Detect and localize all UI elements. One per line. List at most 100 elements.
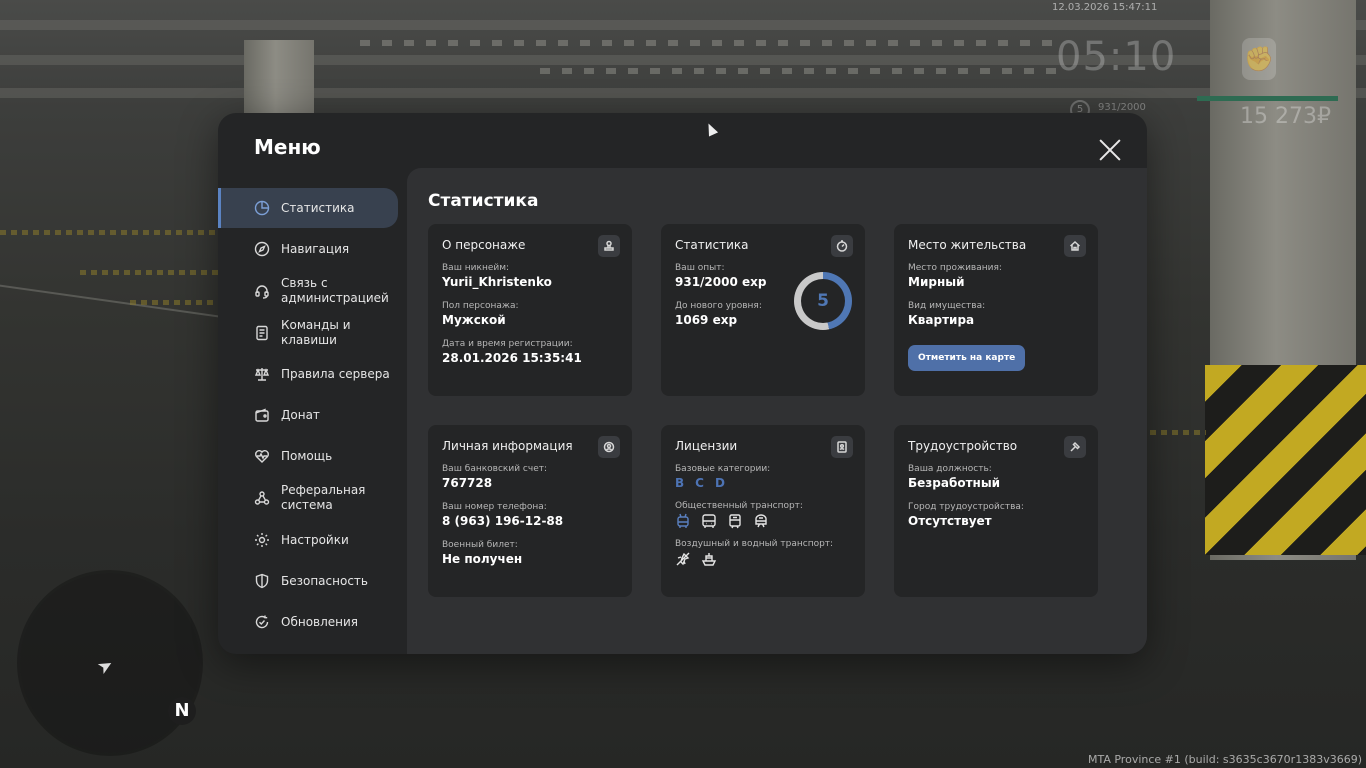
field-label: Ваш номер телефона:: [442, 502, 547, 512]
military-id-value: Не получен: [442, 552, 523, 566]
user-circle-icon: [598, 436, 620, 458]
license-category-b: B: [675, 476, 685, 490]
sidebar-item-statistics[interactable]: Статистика: [218, 188, 398, 228]
sidebar-item-label: Донат: [281, 407, 320, 422]
concrete-pillar: [244, 40, 314, 120]
personal-info-card: Личная информация Ваш банковский счет: 7…: [428, 425, 632, 597]
pie-chart-icon: [253, 199, 271, 217]
field-label: Базовые категории:: [675, 464, 771, 474]
card-title: О персонаже: [442, 238, 526, 252]
sidebar: Статистика Навигация Связь с администрац…: [218, 188, 407, 643]
license-category-d: D: [714, 476, 725, 490]
sidebar-item-label: Статистика: [281, 200, 355, 215]
card-title: Статистика: [675, 238, 749, 252]
phone-value: 8 (963) 196-12-88: [442, 514, 564, 528]
field-label: Вид имущества:: [908, 301, 986, 311]
sidebar-item-settings[interactable]: Настройки: [218, 520, 407, 560]
hud-datetime: 12.03.2026 15:47:11: [1052, 2, 1158, 13]
tram-icon: [727, 513, 743, 529]
id-card-icon: [831, 436, 853, 458]
hud-exp: 931/2000: [1098, 102, 1146, 113]
menu-title: Меню: [254, 135, 321, 159]
card-title: Личная информация: [442, 439, 573, 453]
hammer-icon: [1064, 436, 1086, 458]
close-button[interactable]: [1097, 137, 1123, 163]
home-icon: [1064, 235, 1086, 257]
card-title: Лицензии: [675, 439, 738, 453]
nickname-value: Yurii_Khristenko: [442, 275, 552, 289]
content-panel: Статистика О персонаже Ваш никнейм: Yuri…: [407, 168, 1147, 654]
sidebar-item-donate[interactable]: Донат: [218, 395, 407, 435]
ceiling-beam: [0, 88, 1366, 98]
trolleybus-icon: [675, 513, 691, 529]
mark-on-map-button[interactable]: Отметить на карте: [908, 345, 1026, 371]
license-category-c: C: [695, 476, 704, 490]
sidebar-item-label: Помощь: [281, 448, 333, 463]
train-icon: [753, 513, 769, 529]
scales-icon: [253, 365, 271, 383]
compass-icon: [253, 240, 271, 258]
employment-card: Трудоустройство Ваша должность: Безработ…: [894, 425, 1098, 597]
sidebar-item-referral[interactable]: Реферальная система: [218, 477, 407, 519]
sidebar-item-updates[interactable]: Обновления: [218, 602, 407, 642]
hazard-stripes: [1205, 365, 1366, 555]
card-title: Трудоустройство: [908, 439, 1018, 453]
ceiling-light: [360, 40, 1060, 46]
floor-marking: [130, 300, 218, 305]
field-label: Место проживания:: [908, 263, 1002, 273]
position-value: Безработный: [908, 476, 1001, 490]
level-progress-ring: 5: [794, 272, 852, 330]
field-label: Ваш банковский счет:: [442, 464, 548, 474]
boat-icon: [701, 551, 717, 567]
residence-value: Мирный: [908, 275, 965, 289]
hud-clock: 05:10: [1056, 34, 1177, 80]
sidebar-item-security[interactable]: Безопасность: [218, 561, 407, 601]
gender-value: Мужской: [442, 313, 506, 327]
ceiling-light: [540, 68, 1060, 74]
field-label: Общественный транспорт:: [675, 501, 803, 511]
menu-window: Меню Статистика Навигация Связь с админи…: [218, 113, 1147, 654]
field-label: Воздушный и водный транспорт:: [675, 539, 834, 549]
floor-marking: [1150, 430, 1206, 435]
sidebar-item-help[interactable]: Помощь: [218, 436, 407, 476]
fist-icon: ✊: [1242, 38, 1276, 80]
field-label: Дата и время регистрации:: [442, 339, 573, 349]
sidebar-item-label: Обновления: [281, 614, 359, 629]
airplane-icon: [675, 551, 691, 567]
sidebar-item-commands[interactable]: Команды и клавиши: [218, 313, 407, 353]
gear-icon: [253, 531, 271, 549]
employment-city-value: Отсутствует: [908, 514, 992, 528]
sidebar-item-rules[interactable]: Правила сервера: [218, 354, 407, 394]
property-value: Квартира: [908, 313, 975, 327]
level-value: 5: [801, 279, 845, 323]
wallet-icon: [253, 406, 271, 424]
licenses-card: Лицензии Базовые категории: B C D Общест…: [661, 425, 865, 597]
headset-icon: [253, 282, 271, 300]
bus-icon: [701, 513, 717, 529]
hud-money: 15 273₽: [1240, 104, 1331, 129]
public-transport-icons: [675, 513, 851, 529]
field-label: Ваш никнейм:: [442, 263, 510, 273]
sidebar-item-navigation[interactable]: Навигация: [218, 229, 407, 269]
character-card: О персонаже Ваш никнейм: Yurii_Khristenk…: [428, 224, 632, 396]
build-info: MTA Province #1 (build: s3635c3670r1383v…: [1087, 753, 1362, 766]
sidebar-item-label: Связь с администрацией: [281, 276, 389, 305]
hud-health-bar: [1197, 96, 1338, 101]
sidebar-item-label: Команды и клавиши: [281, 318, 351, 347]
field-label: Военный билет:: [442, 540, 518, 550]
sidebar-item-label: Навигация: [281, 241, 350, 256]
sidebar-item-admin-contact[interactable]: Связь с администрацией: [218, 270, 407, 312]
refresh-check-icon: [253, 613, 271, 631]
stats-card: Статистика Ваш опыт: 931/2000 exp До нов…: [661, 224, 865, 396]
sidebar-item-label: Настройки: [281, 532, 349, 547]
field-label: Пол персонажа:: [442, 301, 519, 311]
document-icon: [253, 324, 271, 342]
network-icon: [253, 489, 271, 507]
stamp-icon: [598, 235, 620, 257]
ceiling-beam: [0, 20, 1366, 30]
floor-marking: [0, 230, 218, 235]
field-label: Город трудоустройства:: [908, 502, 1024, 512]
sidebar-item-label: Реферальная система: [281, 483, 366, 512]
license-categories: B C D: [675, 476, 851, 490]
compass-north: N: [168, 697, 196, 725]
